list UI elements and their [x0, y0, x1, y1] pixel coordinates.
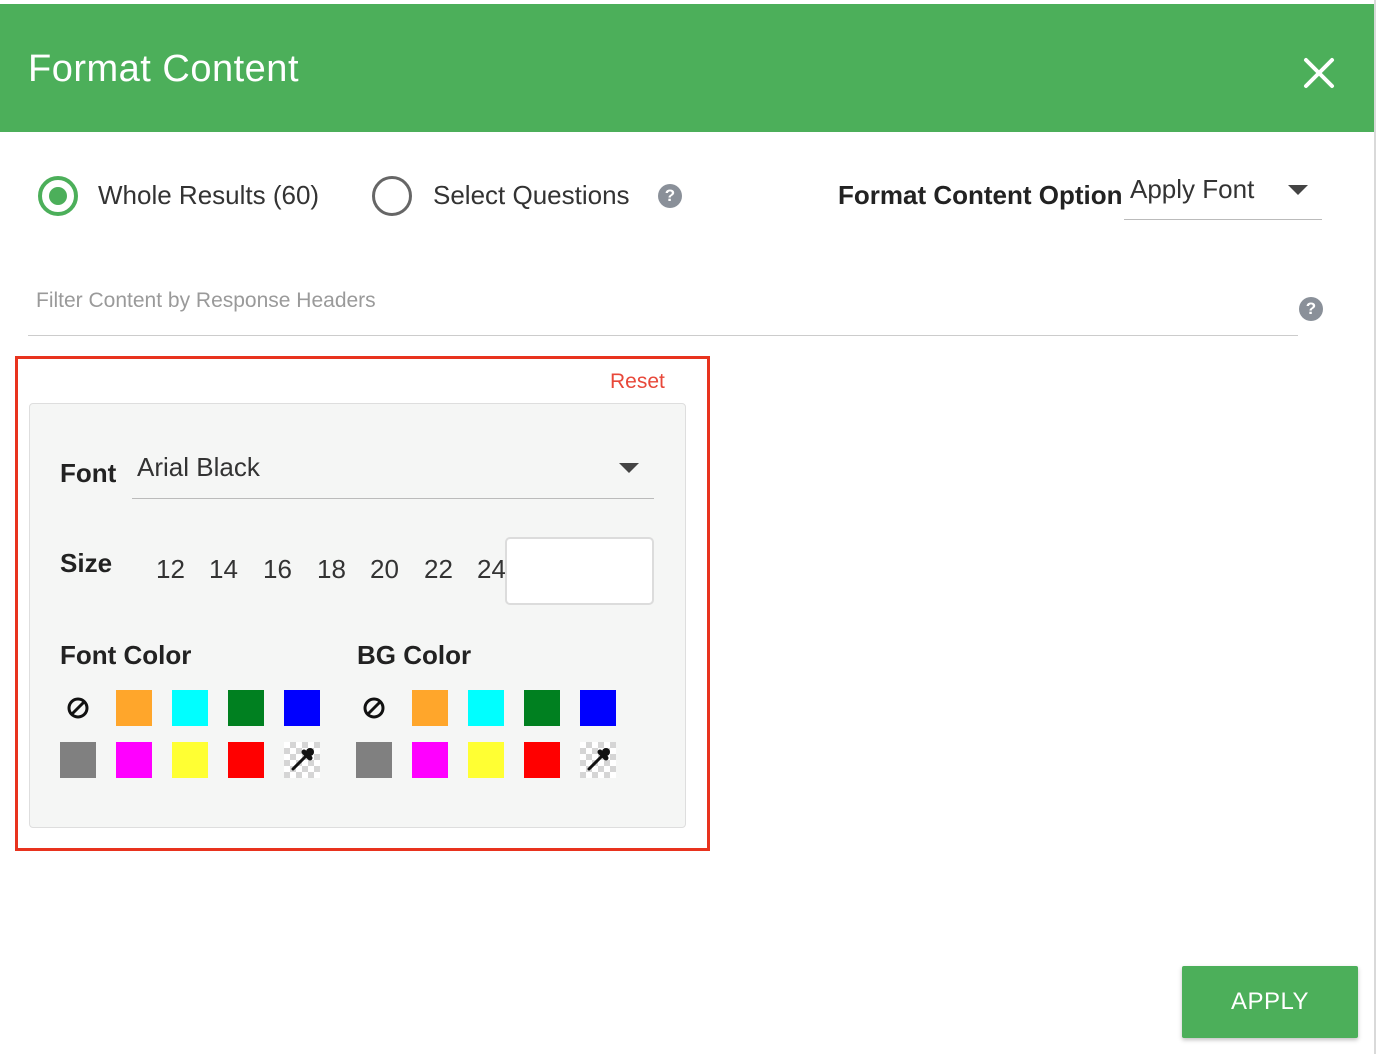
dialog-title: Format Content: [28, 48, 299, 90]
bg-color-none-icon[interactable]: [356, 690, 392, 726]
font-color-swatch[interactable]: [172, 742, 208, 778]
dialog-header: Format Content: [0, 4, 1374, 132]
bg-color-swatch[interactable]: [468, 690, 504, 726]
select-questions-radio[interactable]: [372, 176, 412, 216]
select-questions-help-icon[interactable]: ?: [658, 184, 682, 208]
font-select-value: Arial Black: [137, 452, 260, 482]
font-color-swatch[interactable]: [172, 690, 208, 726]
font-color-none-icon[interactable]: [60, 690, 96, 726]
apply-button[interactable]: APPLY: [1182, 966, 1358, 1038]
font-color-eyedropper-icon[interactable]: [284, 742, 320, 778]
whole-results-radio[interactable]: [38, 176, 78, 216]
whole-results-label[interactable]: Whole Results (60): [98, 180, 319, 211]
font-color-swatch[interactable]: [116, 690, 152, 726]
select-questions-label[interactable]: Select Questions: [433, 180, 630, 211]
custom-size-input[interactable]: [505, 537, 654, 605]
font-color-swatch[interactable]: [116, 742, 152, 778]
font-color-label: Font Color: [60, 640, 192, 670]
size-option-22[interactable]: 22: [424, 554, 453, 585]
reset-link[interactable]: Reset: [610, 370, 665, 394]
chevron-down-icon: [1288, 185, 1308, 195]
bg-color-swatch[interactable]: [412, 690, 448, 726]
bg-color-label: BG Color: [357, 640, 472, 670]
bg-color-swatch[interactable]: [524, 690, 560, 726]
size-option-24[interactable]: 24: [477, 554, 506, 585]
format-content-option-label: Format Content Option: [838, 180, 1123, 210]
bg-color-swatch[interactable]: [468, 742, 504, 778]
bg-color-swatch[interactable]: [524, 742, 560, 778]
bg-color-eyedropper-icon[interactable]: [580, 742, 616, 778]
bg-color-swatch[interactable]: [580, 690, 616, 726]
font-color-swatch[interactable]: [60, 742, 96, 778]
format-content-option-value: Apply Font: [1130, 174, 1255, 204]
size-option-20[interactable]: 20: [370, 554, 399, 585]
filter-input[interactable]: [34, 282, 1238, 320]
size-option-16[interactable]: 16: [263, 554, 292, 585]
chevron-down-icon: [619, 463, 639, 473]
filter-help-icon[interactable]: ?: [1299, 297, 1323, 321]
format-content-option-select[interactable]: Apply Font: [1124, 168, 1322, 220]
size-label: Size: [60, 548, 113, 578]
filter-field: [28, 278, 1298, 336]
font-color-swatch[interactable]: [228, 690, 264, 726]
bg-color-swatch[interactable]: [412, 742, 448, 778]
bg-color-swatch[interactable]: [356, 742, 392, 778]
format-content-dialog: Format Content Whole Results (60) Select…: [0, 0, 1376, 1054]
close-icon[interactable]: [1298, 52, 1340, 94]
size-option-18[interactable]: 18: [317, 554, 346, 585]
font-color-swatch[interactable]: [284, 690, 320, 726]
size-option-12[interactable]: 12: [156, 554, 185, 585]
font-select[interactable]: Arial Black: [132, 446, 654, 499]
font-label: Font: [60, 458, 117, 488]
size-option-14[interactable]: 14: [209, 554, 238, 585]
font-color-swatch[interactable]: [228, 742, 264, 778]
